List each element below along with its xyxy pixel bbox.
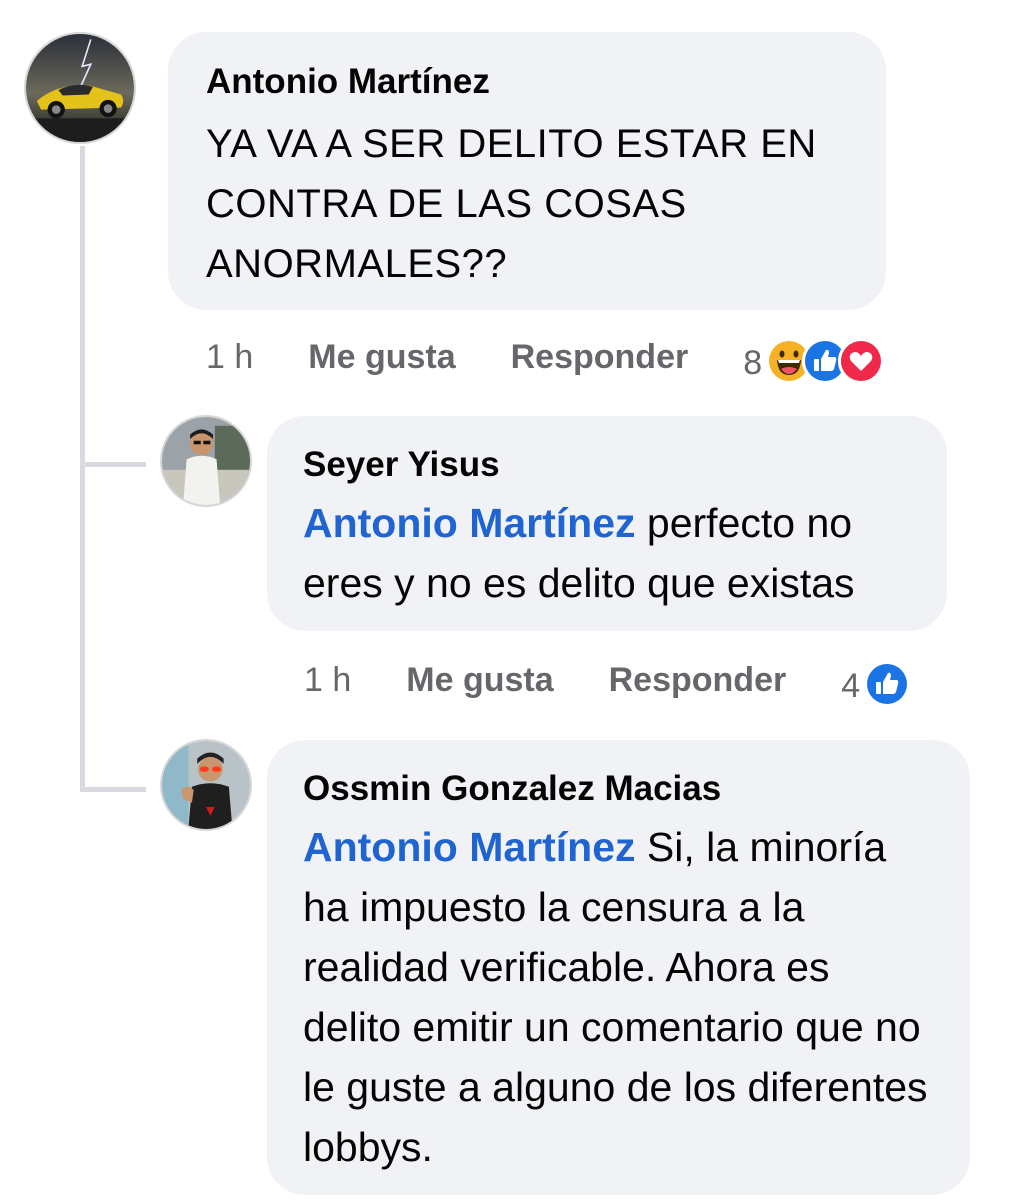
reply-button[interactable]: Responder xyxy=(511,338,689,377)
avatar-person-image xyxy=(162,417,250,505)
avatar[interactable] xyxy=(24,32,136,144)
comment-timestamp[interactable]: 1 h xyxy=(206,338,253,377)
avatar[interactable] xyxy=(160,739,252,831)
love-icon xyxy=(838,338,885,384)
avatar-car-image xyxy=(26,34,134,142)
comment-bubble: Antonio Martínez YA VA A SER DELITO ESTA… xyxy=(168,32,886,310)
reaction-icons[interactable] xyxy=(766,338,885,384)
thread-connector-line xyxy=(80,146,85,792)
thread-branch-line xyxy=(80,787,146,792)
comment-thread: Antonio Martínez YA VA A SER DELITO ESTA… xyxy=(0,0,1025,1200)
thread-branch-line xyxy=(80,462,146,467)
comment-text: Antonio Martínez Si, la minoría ha impue… xyxy=(303,817,934,1177)
comment-text: Antonio Martínez perfecto no eres y no e… xyxy=(303,493,911,613)
like-button[interactable]: Me gusta xyxy=(308,338,455,377)
avatar[interactable] xyxy=(160,415,252,507)
mention-link[interactable]: Antonio Martínez xyxy=(303,500,636,546)
comment-bubble: Seyer Yisus Antonio Martínez perfecto no… xyxy=(267,416,947,631)
comment-text: YA VA A SER DELITO ESTAR EN CONTRA DE LA… xyxy=(206,122,817,286)
like-button[interactable]: Me gusta xyxy=(406,661,553,700)
reply-button[interactable]: Responder xyxy=(609,661,787,700)
reaction-icons[interactable] xyxy=(864,661,911,707)
mention-link[interactable]: Antonio Martínez xyxy=(303,824,636,870)
comment-bubble: Ossmin Gonzalez Macias Antonio Martínez … xyxy=(267,740,970,1195)
like-icon xyxy=(864,661,911,707)
comment-author[interactable]: Ossmin Gonzalez Macias xyxy=(303,767,934,811)
comment-timestamp[interactable]: 1 h xyxy=(304,661,351,700)
comment-author[interactable]: Seyer Yisus xyxy=(303,443,911,487)
comment-author[interactable]: Antonio Martínez xyxy=(206,60,848,104)
comment-body: Si, la minoría ha impuesto la censura a … xyxy=(303,824,928,1170)
avatar-person-image xyxy=(162,741,250,829)
comment-actions: 1 h Me gusta Responder 8 xyxy=(206,330,885,384)
comment-actions: 1 h Me gusta Responder 4 xyxy=(304,653,911,707)
reaction-count[interactable]: 8 xyxy=(743,344,762,383)
reaction-count[interactable]: 4 xyxy=(841,667,860,706)
